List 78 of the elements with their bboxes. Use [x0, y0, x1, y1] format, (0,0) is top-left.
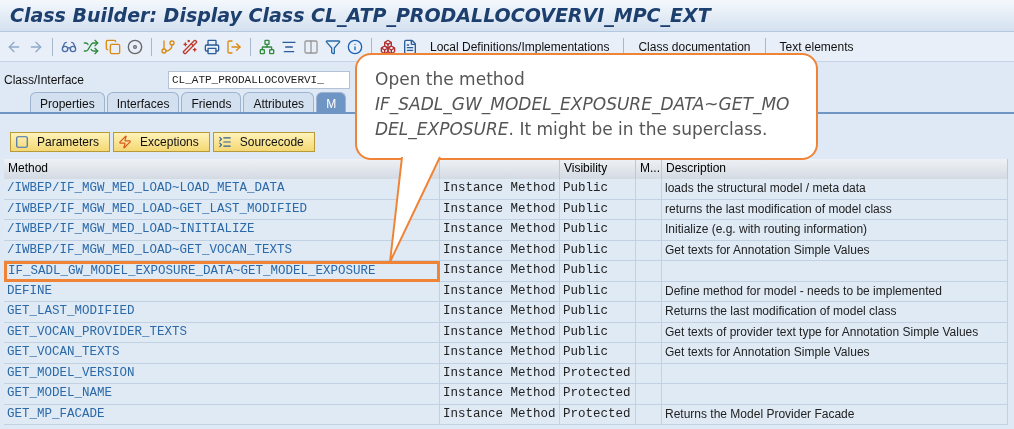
document-icon[interactable] — [402, 38, 418, 55]
table-cell[interactable]: GET_MODEL_VERSION — [4, 363, 440, 384]
table-cell: Public — [560, 179, 636, 200]
tab[interactable]: Properties — [30, 92, 105, 112]
table-cell[interactable]: /IWBEP/IF_MGW_MED_LOAD~LOAD_META_DATA — [4, 179, 440, 200]
table-cell: Public — [560, 302, 636, 323]
column-header[interactable]: M... — [636, 159, 662, 179]
table-cell: Instance Method — [440, 322, 560, 343]
printer-icon[interactable] — [204, 38, 220, 55]
toolbar-button[interactable]: Local Definitions/Implementations — [424, 39, 616, 54]
table-cell: Public — [560, 322, 636, 343]
table-cell: Instance Method — [440, 384, 560, 405]
column-header[interactable]: Description — [662, 159, 1008, 179]
table-cell: Define method for model - needs to be implemented — [662, 281, 1008, 302]
table-cell: loads the structural model / meta data — [662, 179, 1008, 200]
table-cell: Instance Method — [440, 363, 560, 384]
tab[interactable]: Attributes — [243, 92, 315, 112]
toolbar-button[interactable]: Sourcecode — [212, 132, 315, 152]
table-cell: Instance Method — [440, 302, 560, 323]
table-cell: Get texts of provider text type for Annotation Simple Values — [662, 322, 1008, 343]
toolbar-button[interactable]: Text elements — [773, 39, 860, 54]
columns-icon[interactable] — [303, 38, 319, 55]
column-header[interactable] — [440, 159, 560, 179]
table-cell: Protected — [560, 363, 636, 384]
spiral-icon[interactable] — [127, 38, 143, 55]
field-label: Class/Interface — [4, 73, 86, 87]
square-icon — [15, 135, 29, 149]
table-cell[interactable]: IF_SADL_GW_MODEL_EXPOSURE_DATA~GET_MODEL_EXPOSURE — [4, 261, 440, 282]
window-title: Class Builder: Display Class CL_ATP_PRODALLOCOVERVI_MPC_EXT — [0, 0, 1014, 32]
table-cell[interactable]: GET_VOCAN_TEXTS — [4, 343, 440, 364]
info-icon[interactable] — [347, 38, 363, 55]
table-cell: Instance Method — [440, 220, 560, 241]
toolbar-button[interactable]: Exceptions — [113, 132, 210, 152]
table-cell: Instance Method — [440, 343, 560, 364]
class-field[interactable]: CL_ATP_PRODALLOCOVERVI_ — [168, 71, 350, 89]
column-header[interactable]: Method — [4, 159, 440, 179]
hierarchy-icon[interactable] — [259, 38, 275, 55]
table-cell[interactable]: GET_MODEL_NAME — [4, 384, 440, 405]
callout-tooltip: Open the method IF_SADL_GW_MODEL_EXPOSURE_DATA~GET_MO DEL_EXPOSURE. It might be in the superclass. — [355, 53, 818, 160]
table-cell: Returns the Model Provider Facade — [662, 404, 1008, 425]
table-cell: Public — [560, 281, 636, 302]
table-cell: Public — [560, 220, 636, 241]
table-cell: Instance Method — [440, 261, 560, 282]
copy-icon[interactable] — [105, 38, 121, 55]
table-cell: Public — [560, 240, 636, 261]
toolbar-button[interactable]: Class documentation — [632, 39, 757, 54]
table-cell: Get texts for Annotation Simple Values — [662, 240, 1008, 261]
table-cell: Public — [560, 343, 636, 364]
tab[interactable]: Interfaces — [106, 92, 180, 112]
table-cell: Protected — [560, 384, 636, 405]
lightning-icon — [118, 135, 133, 149]
table-cell: Initialize (e.g. with routing information) — [662, 220, 1008, 241]
table-cell[interactable]: /IWBEP/IF_MGW_MED_LOAD~INITIALIZE — [4, 220, 440, 241]
table-cell: Protected — [560, 404, 636, 425]
table-cell: Public — [560, 199, 636, 220]
magic-wand-icon[interactable] — [182, 38, 198, 55]
table-cell: Returns the last modification of model class — [662, 302, 1008, 323]
boxes-icon[interactable] — [380, 38, 396, 55]
shuffle-icon[interactable] — [83, 38, 99, 55]
table-cell: Instance Method — [440, 199, 560, 220]
table-cell[interactable]: GET_VOCAN_PROVIDER_TEXTS — [4, 322, 440, 343]
table-cell: Instance Method — [440, 404, 560, 425]
filter-icon[interactable] — [325, 38, 341, 55]
list-icon — [217, 135, 232, 149]
table-cell: Public — [560, 261, 636, 282]
table-cell: Instance Method — [440, 281, 560, 302]
table-cell[interactable]: GET_LAST_MODIFIED — [4, 302, 440, 323]
exit-icon[interactable] — [226, 38, 242, 55]
branch-icon[interactable] — [160, 38, 176, 55]
table-cell[interactable]: DEFINE — [4, 281, 440, 302]
column-header[interactable]: Visibility — [560, 159, 636, 179]
toolbar-button[interactable]: Parameters — [10, 132, 111, 152]
table-cell: returns the last modification of model class — [662, 199, 1008, 220]
tab[interactable]: Friends — [181, 92, 242, 112]
table-cell[interactable]: GET_MP_FACADE — [4, 404, 440, 425]
table-cell: Get texts for Annotation Simple Values — [662, 343, 1008, 364]
table-cell: Instance Method — [440, 179, 560, 200]
table-cell: Instance Method — [440, 240, 560, 261]
